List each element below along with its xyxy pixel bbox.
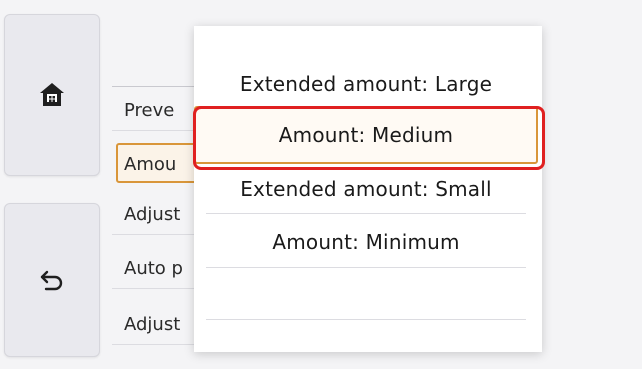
back-button[interactable] <box>4 203 100 357</box>
empty-row <box>206 320 526 350</box>
empty-row <box>206 268 526 320</box>
option-extended-large[interactable]: Extended amount: Large <box>206 58 526 110</box>
option-amount-minimum[interactable]: Amount: Minimum <box>206 216 526 268</box>
home-button[interactable] <box>4 14 100 176</box>
amount-options-popup: Extended amount: Large Amount: Medium Ex… <box>194 26 542 352</box>
printer-panel-screen: Preve Amou Adjust Auto p Adjust Extended… <box>0 0 642 369</box>
back-arrow-icon <box>39 269 65 291</box>
home-icon <box>37 80 67 110</box>
option-extended-small[interactable]: Extended amount: Small <box>206 164 526 214</box>
option-amount-medium[interactable]: Amount: Medium <box>194 106 538 164</box>
